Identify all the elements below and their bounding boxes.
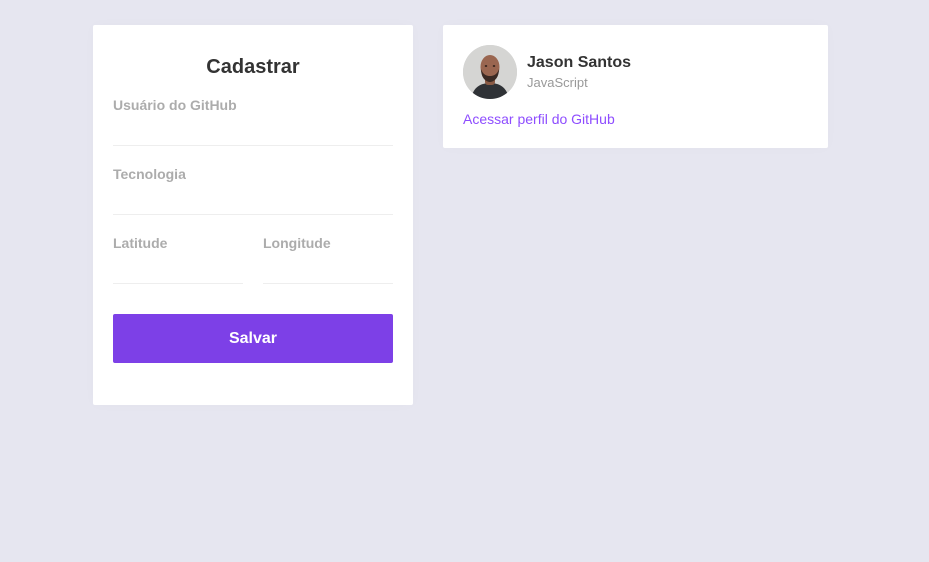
github-profile-link[interactable]: Acessar perfil do GitHub xyxy=(463,111,615,128)
dev-card: Jason Santos JavaScript Acessar perfil d… xyxy=(443,25,828,148)
techs-input[interactable] xyxy=(113,183,393,215)
form-title: Cadastrar xyxy=(206,56,300,78)
longitude-block: Longitude xyxy=(263,235,393,284)
techs-label: Tecnologia xyxy=(113,166,186,182)
longitude-input[interactable] xyxy=(263,252,393,284)
github-username-input[interactable] xyxy=(113,114,393,146)
longitude-label: Longitude xyxy=(263,235,331,251)
avatar-image xyxy=(463,45,517,99)
save-button[interactable]: Salvar xyxy=(113,314,393,363)
register-form-card: Cadastrar Usuário do GitHub Tecnologia L… xyxy=(93,25,413,405)
latitude-block: Latitude xyxy=(113,235,243,284)
latitude-input[interactable] xyxy=(113,252,243,284)
avatar xyxy=(463,45,517,99)
dev-name: Jason Santos xyxy=(527,54,632,71)
latitude-label: Latitude xyxy=(113,235,168,251)
coordinates-group: Latitude Longitude xyxy=(113,235,393,284)
github-username-label: Usuário do GitHub xyxy=(113,97,237,113)
dev-info: Jason Santos JavaScript xyxy=(527,53,631,91)
techs-block: Tecnologia xyxy=(113,166,393,215)
github-username-block: Usuário do GitHub xyxy=(113,97,393,146)
dev-techs: JavaScript xyxy=(527,75,588,90)
dev-header: Jason Santos JavaScript xyxy=(463,45,808,99)
